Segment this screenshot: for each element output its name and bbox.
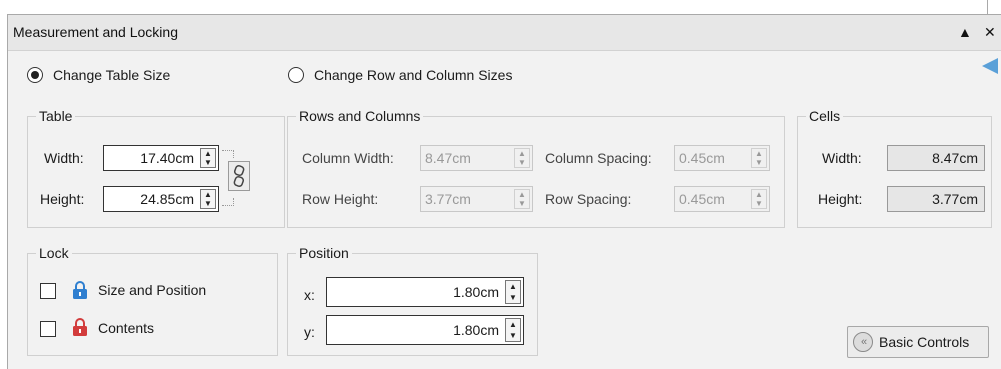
basic-controls-label: Basic Controls (879, 334, 970, 350)
column-width-value[interactable]: 8.47cm (421, 146, 512, 170)
radio-button-icon[interactable] (288, 67, 304, 83)
rows-columns-group-label: Rows and Columns (296, 108, 424, 124)
column-spacing-value[interactable]: 0.45cm (675, 146, 749, 170)
radio-change-table-size-label: Change Table Size (53, 67, 171, 83)
row-height-label: Row Height: (302, 191, 379, 207)
table-group-label: Table (36, 108, 76, 124)
position-y-value[interactable]: 1.80cm (327, 316, 503, 344)
contents-checkbox[interactable] (40, 321, 56, 337)
table-width-label: Width: (44, 150, 84, 166)
table-height-value[interactable]: 24.85cm (104, 187, 198, 211)
double-chevron-left-icon: « (853, 332, 873, 352)
position-y-spinner[interactable]: ▲ ▼ (505, 318, 521, 342)
spin-down-icon[interactable]: ▼ (752, 199, 766, 208)
row-spacing-field[interactable]: 0.45cm ▲ ▼ (674, 186, 770, 212)
cells-height-value: 3.77cm (887, 186, 985, 212)
spin-down-icon[interactable]: ▼ (752, 158, 766, 167)
column-width-field[interactable]: 8.47cm ▲ ▼ (420, 145, 533, 171)
lock-group: Lock (27, 245, 278, 356)
spin-up-icon[interactable]: ▲ (515, 190, 529, 199)
row-height-value[interactable]: 3.77cm (421, 187, 512, 211)
table-width-value[interactable]: 17.40cm (104, 146, 198, 170)
row-spacing-label: Row Spacing: (545, 191, 632, 207)
spin-up-icon[interactable]: ▲ (201, 149, 215, 158)
radio-change-row-column-sizes-label: Change Row and Column Sizes (314, 67, 513, 83)
table-width-spinner[interactable]: ▲ ▼ (200, 148, 216, 168)
spin-down-icon[interactable]: ▼ (201, 158, 215, 167)
column-spacing-label: Column Spacing: (545, 150, 652, 166)
aspect-link-toggle-button[interactable] (228, 161, 250, 191)
lock-group-label: Lock (36, 245, 72, 261)
top-corner-frame (987, 0, 1001, 14)
spin-down-icon[interactable]: ▼ (515, 199, 529, 208)
position-x-spinner[interactable]: ▲ ▼ (505, 280, 521, 304)
radio-change-table-size[interactable]: Change Table Size (27, 67, 170, 83)
spin-down-icon[interactable]: ▼ (506, 330, 520, 341)
lock-icon-red (73, 318, 87, 336)
cells-width-label: Width: (822, 150, 862, 166)
cells-width-value: 8.47cm (887, 145, 985, 171)
row-spacing-value[interactable]: 0.45cm (675, 187, 749, 211)
spin-up-icon[interactable]: ▲ (752, 149, 766, 158)
spin-up-icon[interactable]: ▲ (506, 319, 520, 330)
contents-label: Contents (98, 320, 155, 336)
panel-titlebar: Measurement and Locking ▲ ✕ (8, 15, 1001, 51)
spin-up-icon[interactable]: ▲ (515, 149, 529, 158)
size-position-checkbox[interactable] (40, 283, 56, 299)
link-bracket-top (222, 150, 234, 158)
position-x-label: x: (304, 287, 315, 303)
spin-up-icon[interactable]: ▲ (752, 190, 766, 199)
spin-down-icon[interactable]: ▼ (506, 292, 520, 303)
position-group-label: Position (296, 245, 352, 261)
link-bracket-bottom (222, 198, 234, 206)
table-height-field[interactable]: 24.85cm ▲ ▼ (103, 186, 219, 212)
radio-button-checked-icon[interactable] (27, 67, 43, 83)
spin-down-icon[interactable]: ▼ (515, 158, 529, 167)
row-height-spinner[interactable]: ▲ ▼ (514, 189, 530, 209)
position-y-field[interactable]: 1.80cm ▲ ▼ (326, 315, 524, 345)
spin-up-icon[interactable]: ▲ (201, 190, 215, 199)
row-spacing-spinner[interactable]: ▲ ▼ (751, 189, 767, 209)
basic-controls-button[interactable]: « Basic Controls (847, 326, 989, 358)
row-height-field[interactable]: 3.77cm ▲ ▼ (420, 186, 533, 212)
cells-group-label: Cells (806, 108, 844, 124)
top-separator (0, 0, 986, 14)
table-height-spinner[interactable]: ▲ ▼ (200, 189, 216, 209)
column-width-spinner[interactable]: ▲ ▼ (514, 148, 530, 168)
column-spacing-field[interactable]: 0.45cm ▲ ▼ (674, 145, 770, 171)
lock-icon-blue (73, 281, 87, 299)
collapse-icon[interactable]: ▲ (958, 24, 972, 40)
table-height-label: Height: (40, 191, 85, 207)
panel-title: Measurement and Locking (13, 24, 178, 40)
position-x-field[interactable]: 1.80cm ▲ ▼ (326, 277, 524, 307)
chain-link-icon (233, 165, 245, 187)
size-position-label: Size and Position (98, 282, 207, 298)
position-y-label: y: (304, 324, 315, 340)
table-width-field[interactable]: 17.40cm ▲ ▼ (103, 145, 219, 171)
column-width-label: Column Width: (302, 150, 394, 166)
position-x-value[interactable]: 1.80cm (327, 278, 503, 306)
side-pointer-arrow-icon (982, 58, 998, 74)
close-icon[interactable]: ✕ (984, 24, 996, 41)
column-spacing-spinner[interactable]: ▲ ▼ (751, 148, 767, 168)
radio-change-row-column-sizes[interactable]: Change Row and Column Sizes (288, 67, 512, 83)
spin-up-icon[interactable]: ▲ (506, 281, 520, 292)
spin-down-icon[interactable]: ▼ (201, 199, 215, 208)
cells-height-label: Height: (818, 191, 863, 207)
